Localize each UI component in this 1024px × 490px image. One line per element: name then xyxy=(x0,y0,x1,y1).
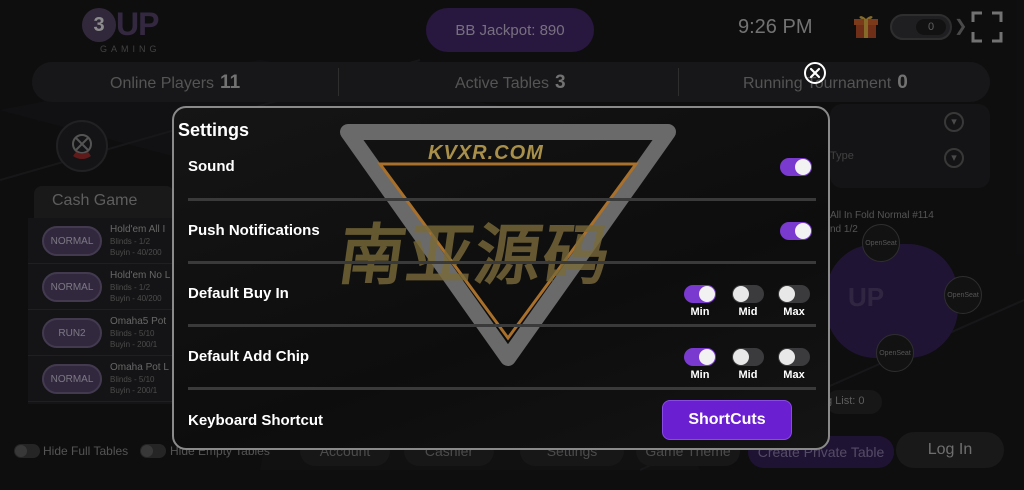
option-min-label: Min xyxy=(690,306,710,318)
divider xyxy=(188,261,816,264)
dialog-title: Settings xyxy=(178,120,250,140)
option-mid-label: Mid xyxy=(738,306,758,318)
option-mid-label: Mid xyxy=(738,369,758,381)
add-chip-max-toggle[interactable] xyxy=(778,348,810,366)
buy-in-min-toggle[interactable] xyxy=(684,285,716,303)
option-max-label: Max xyxy=(783,369,805,381)
push-notifications-toggle[interactable] xyxy=(780,222,812,240)
keyboard-shortcut-label: Keyboard Shortcut xyxy=(188,412,324,429)
settings-dialog: KVXR.COM 南亚源码 Settings Sound Push Notifi… xyxy=(172,106,830,450)
close-icon[interactable] xyxy=(804,62,826,84)
add-chip-min-toggle[interactable] xyxy=(684,348,716,366)
add-chip-mid-toggle[interactable] xyxy=(732,348,764,366)
option-min-label: Min xyxy=(690,369,710,381)
default-add-chip-label: Default Add Chip xyxy=(188,348,310,365)
watermark-text: 南亚源码 xyxy=(333,217,617,294)
push-notifications-label: Push Notifications xyxy=(188,222,320,239)
divider xyxy=(188,198,816,201)
sound-toggle[interactable] xyxy=(780,158,812,176)
default-buy-in-label: Default Buy In xyxy=(188,285,289,302)
buy-in-max-toggle[interactable] xyxy=(778,285,810,303)
watermark-site: KVXR.COM xyxy=(428,142,544,164)
sound-label: Sound xyxy=(188,158,235,175)
divider xyxy=(188,324,816,327)
option-max-label: Max xyxy=(783,306,805,318)
buy-in-mid-toggle[interactable] xyxy=(732,285,764,303)
shortcuts-button[interactable]: ShortCuts xyxy=(662,400,792,440)
divider xyxy=(188,387,816,390)
